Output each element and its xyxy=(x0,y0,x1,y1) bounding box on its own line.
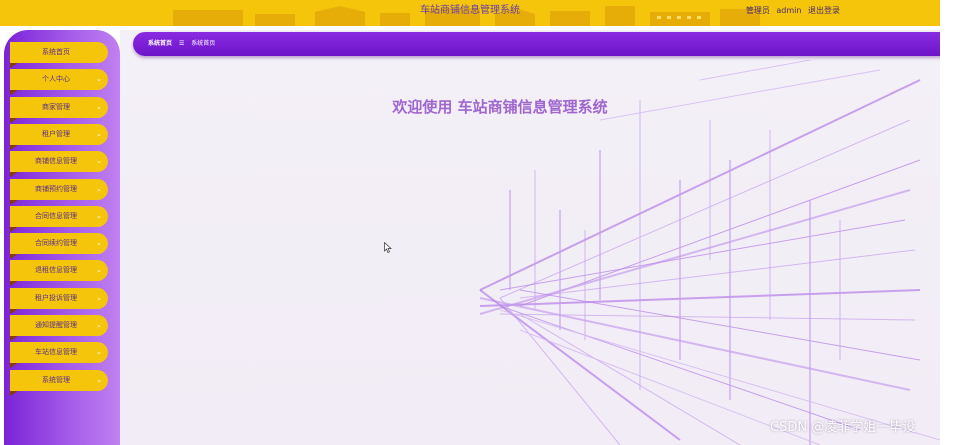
ribbon-tail xyxy=(10,172,18,178)
sidebar-item-label: 通知提醒管理 xyxy=(35,321,77,329)
main-content: 系统首页 ☰ 系统首页 欢迎使用 车站商铺信息管理系统 xyxy=(120,30,940,445)
chevron-down-icon: ⌄ xyxy=(96,102,102,111)
sidebar-item[interactable]: 合同信息管理 ⌄ xyxy=(10,205,108,232)
sidebar-item[interactable]: 商铺信息管理 ⌄ xyxy=(10,151,108,178)
sidebar-item-label: 租户管理 xyxy=(42,129,70,138)
breadcrumb-separator-icon: ☰ xyxy=(178,40,185,47)
sidebar-item-label: 租户投诉管理 xyxy=(35,293,77,302)
chevron-down-icon: ⌄ xyxy=(96,211,102,220)
chevron-down-icon: ⌄ xyxy=(96,293,102,302)
sidebar-item[interactable]: 个人中心 ⌄ xyxy=(10,69,108,96)
ribbon-tail xyxy=(10,226,18,232)
perspective-lines-decoration xyxy=(479,60,940,445)
sidebar-item-label: 系统管理 xyxy=(42,375,70,384)
chevron-down-icon: ⌄ xyxy=(96,184,102,193)
sidebar-item-label: 车站信息管理 xyxy=(35,348,77,357)
welcome-heading: 欢迎使用 车站商铺信息管理系统 xyxy=(392,98,608,116)
ribbon-tail xyxy=(10,363,18,369)
decor-line xyxy=(519,249,916,299)
top-header: 车站商铺信息管理系统 管理员 admin 退出登录 xyxy=(0,0,940,26)
sidebar: 系统首页个人中心 ⌄ 商家管理 ⌄ 租户管理 ⌄ 商铺信息管理 ⌄ 商铺预约管理 ⌄ 合同信息管理 ⌄… xyxy=(4,30,120,445)
ribbon-tail xyxy=(10,281,18,287)
watermark: CSDN @凌菲学姐一毕设 xyxy=(770,420,916,435)
chevron-down-icon: ⌄ xyxy=(96,129,102,138)
sidebar-item-label: 系统首页 xyxy=(42,48,70,56)
sidebar-item[interactable]: 商铺预约管理 ⌄ xyxy=(10,178,108,205)
decor-line xyxy=(479,289,921,307)
chevron-down-icon: ⌄ xyxy=(96,375,102,384)
sidebar-item[interactable]: 商家管理 ⌄ xyxy=(10,96,108,123)
sidebar-item-label: 商家管理 xyxy=(42,102,70,111)
ribbon-tail xyxy=(10,254,18,260)
decor-line xyxy=(479,297,911,391)
breadcrumb-current: 系统首页 xyxy=(191,40,216,47)
ribbon-tail xyxy=(10,117,18,123)
sidebar-item-label: 合同续约管理 xyxy=(35,239,77,248)
sidebar-item-label: 合同信息管理 xyxy=(35,211,77,220)
sidebar-item[interactable]: 租户管理 ⌄ xyxy=(10,123,108,150)
sidebar-item-label: 退租信息管理 xyxy=(35,266,77,275)
decor-line xyxy=(499,119,911,299)
username: admin xyxy=(776,6,802,15)
sidebar-item-label: 商铺预约管理 xyxy=(35,184,77,193)
chevron-down-icon: ⌄ xyxy=(96,157,102,166)
ribbon-tail xyxy=(10,390,18,396)
decor-line xyxy=(519,313,741,445)
chevron-down-icon: ⌄ xyxy=(96,75,102,84)
chevron-down-icon: ⌄ xyxy=(96,266,102,275)
breadcrumb: 系统首页 ☰ 系统首页 xyxy=(133,32,940,56)
sidebar-item-label: 个人中心 xyxy=(42,75,70,84)
decor-line xyxy=(519,159,921,307)
sidebar-item[interactable]: 租户投诉管理 ⌄ xyxy=(10,287,108,314)
ribbon-tail xyxy=(10,336,18,341)
chevron-down-icon: ⌄ xyxy=(96,321,102,329)
sidebar-item[interactable]: 通知提醒管理 ⌄ xyxy=(10,315,108,341)
decor-diagonal-line xyxy=(699,60,813,81)
logout-link[interactable]: 退出登录 xyxy=(808,6,840,15)
ribbon-tail xyxy=(10,308,18,314)
mouse-cursor-icon xyxy=(384,242,392,253)
user-role: 管理员 xyxy=(745,6,770,15)
sidebar-item[interactable]: 退租信息管理 ⌄ xyxy=(10,260,108,287)
ribbon-tail xyxy=(10,199,18,205)
sidebar-item-label: 商铺信息管理 xyxy=(35,157,77,166)
chevron-down-icon: ⌄ xyxy=(96,239,102,248)
ribbon-tail xyxy=(10,90,18,96)
sidebar-item[interactable]: 合同续约管理 ⌄ xyxy=(10,233,108,260)
sidebar-item[interactable]: 车站信息管理 ⌄ xyxy=(10,342,108,369)
sidebar-item[interactable]: 系统首页 xyxy=(10,42,108,68)
chevron-down-icon: ⌄ xyxy=(96,348,102,357)
ribbon-tail xyxy=(10,63,18,68)
ribbon-tail xyxy=(10,144,18,150)
user-area: 管理员 admin 退出登录 xyxy=(742,0,840,22)
sidebar-item[interactable]: 系统管理 ⌄ xyxy=(10,369,108,396)
page-margin xyxy=(940,0,979,445)
breadcrumb-home[interactable]: 系统首页 xyxy=(148,40,172,47)
